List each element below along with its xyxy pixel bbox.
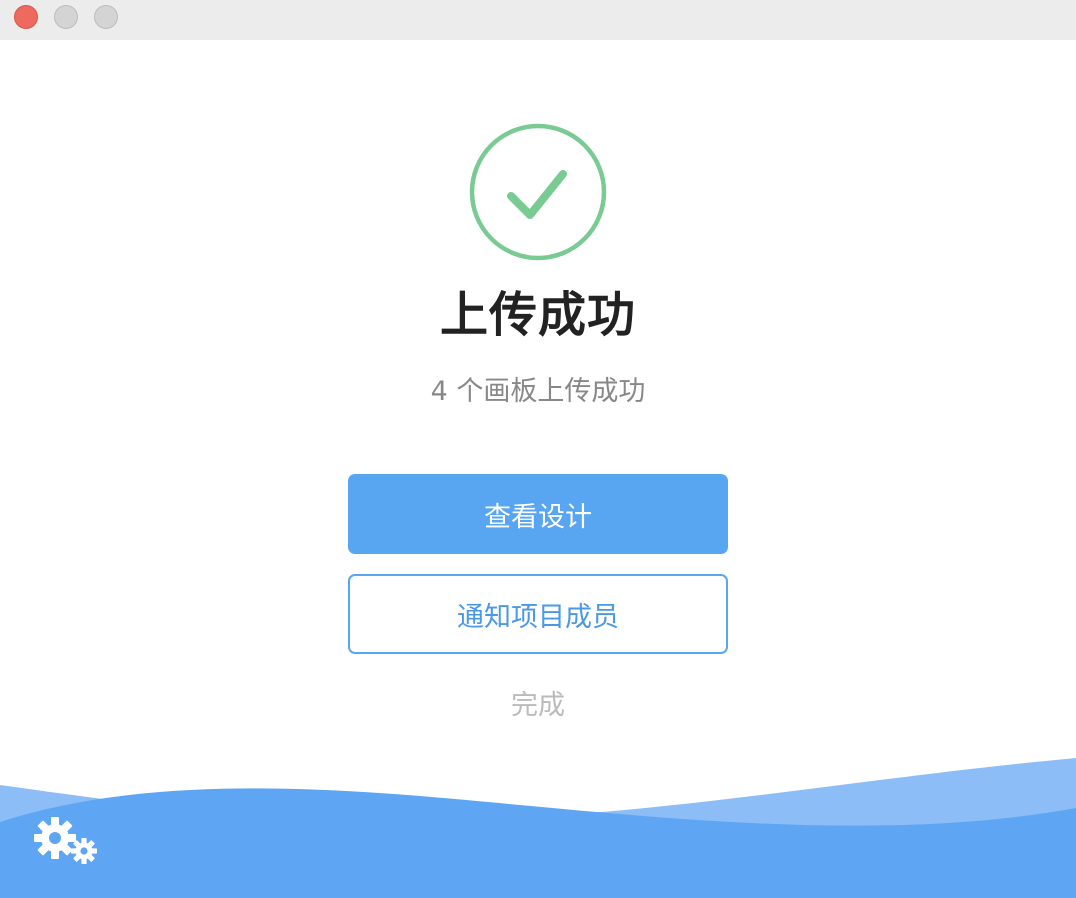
checkmark-circle-icon xyxy=(469,123,607,261)
view-design-button[interactable]: 查看设计 xyxy=(348,474,728,554)
title-bar xyxy=(0,0,1076,40)
notify-members-button[interactable]: 通知项目成员 xyxy=(348,574,728,654)
close-button[interactable] xyxy=(14,5,38,29)
upload-summary: 4 个画板上传成功 xyxy=(430,376,646,407)
gear-icon[interactable] xyxy=(34,817,100,865)
page-title: 上传成功 xyxy=(439,287,636,343)
footer-wave-decoration xyxy=(0,758,1076,898)
upload-success-window: 上传成功 4 个画板上传成功 查看设计 通知项目成员 完成 xyxy=(0,0,1076,898)
done-link[interactable]: 完成 xyxy=(488,687,588,725)
minimize-button[interactable] xyxy=(54,5,78,29)
maximize-button[interactable] xyxy=(94,5,118,29)
